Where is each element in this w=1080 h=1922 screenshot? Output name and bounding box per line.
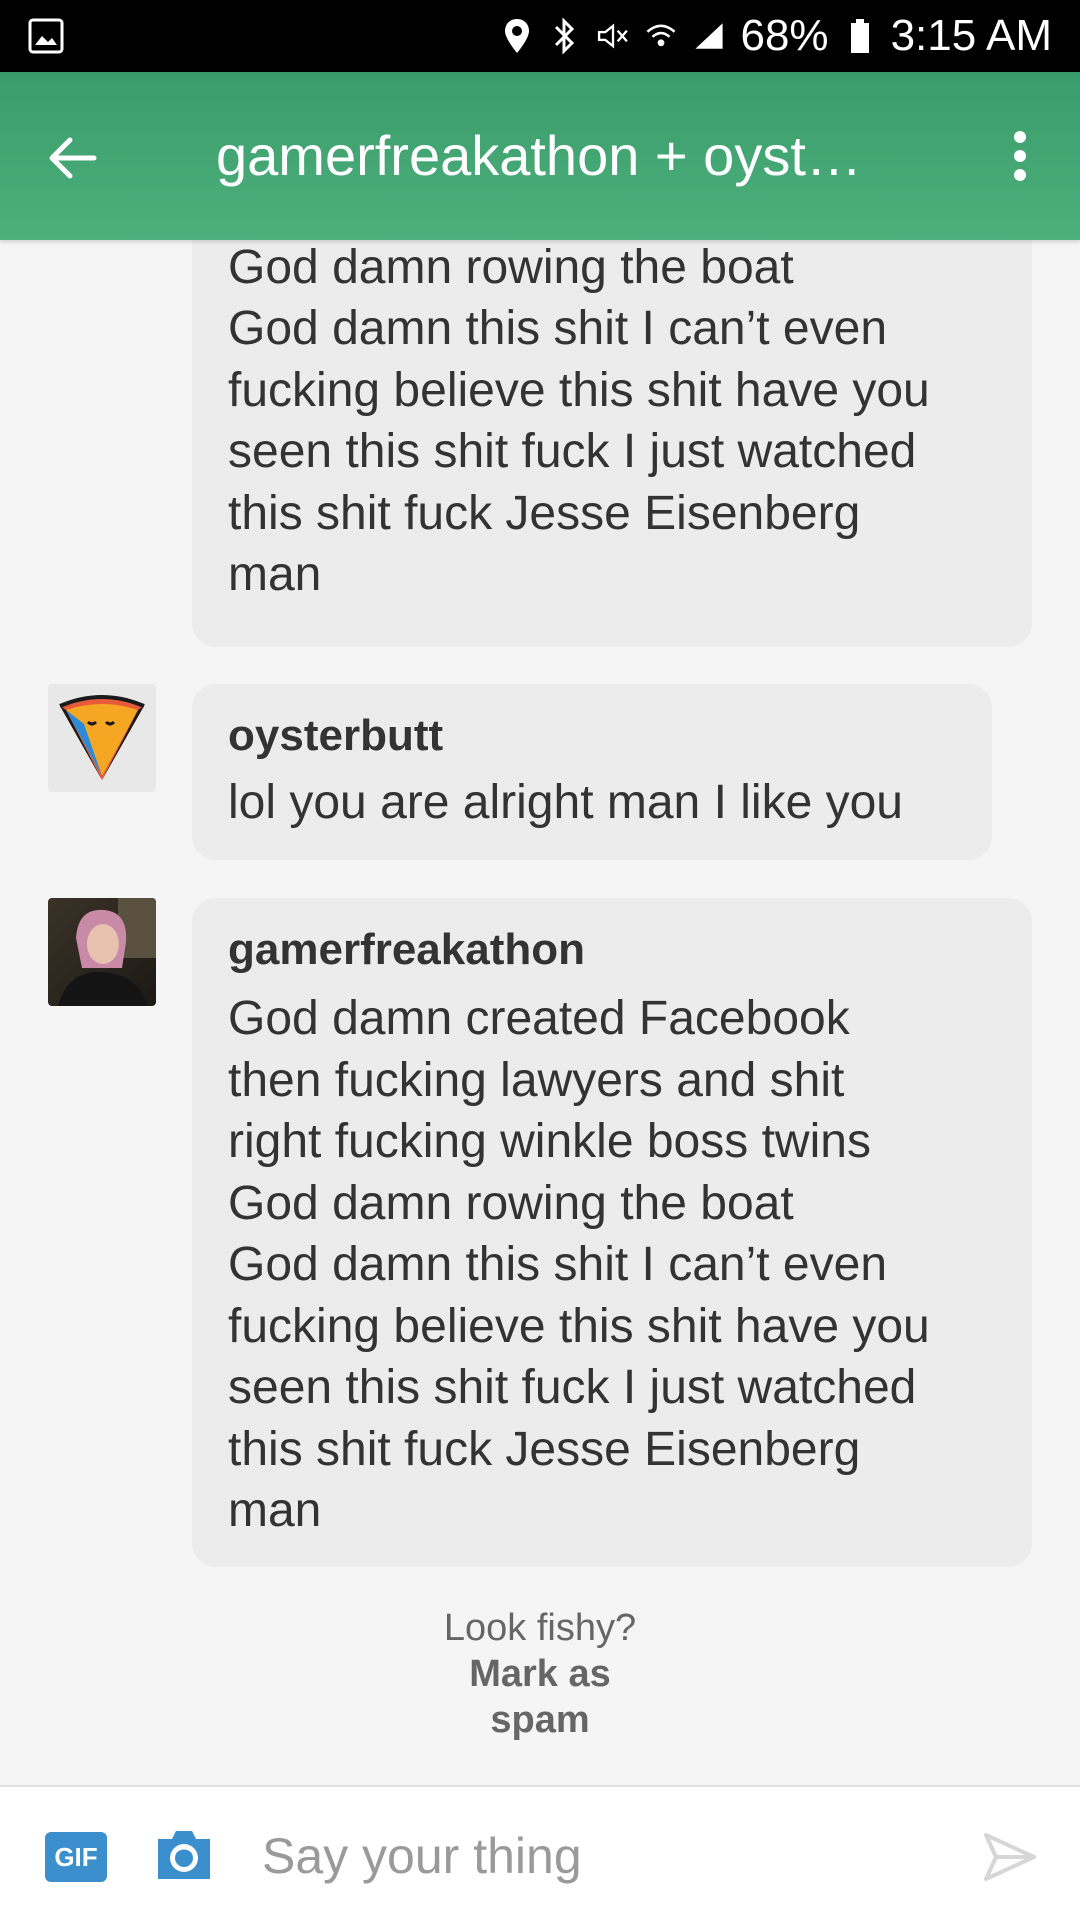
message-bubble: oysterbutt lol you are alright man I lik… xyxy=(192,684,992,860)
clock: 3:15 AM xyxy=(890,11,1052,60)
avatar[interactable] xyxy=(48,898,156,1006)
gallery-notification-icon xyxy=(28,18,64,54)
spam-question: Look fishy? xyxy=(443,1607,637,1649)
message-composer: GIF xyxy=(0,1785,1080,1922)
camera-icon xyxy=(158,1831,210,1879)
message-input[interactable] xyxy=(260,1817,964,1895)
conversation-title: gamerfreakathon + oyst… xyxy=(216,124,862,187)
user-photo-avatar xyxy=(48,898,156,1006)
wifi-icon xyxy=(644,17,678,55)
message-username[interactable]: oysterbutt xyxy=(228,706,956,766)
camera-button[interactable] xyxy=(154,1827,214,1883)
gif-button[interactable]: GIF xyxy=(45,1832,107,1882)
more-options-button[interactable] xyxy=(984,120,1056,192)
message-list[interactable]: right fucking winkle boss twins God damn… xyxy=(0,240,1080,1785)
location-icon xyxy=(500,17,534,55)
message-bubble: gamerfreakathon God damn created Faceboo… xyxy=(192,898,1032,1567)
status-bar: 68% 3:15 AM xyxy=(0,0,1080,72)
pizza-slice-avatar-icon xyxy=(48,684,156,792)
battery-icon xyxy=(843,17,877,55)
message-text: lol you are alright man I like you xyxy=(228,776,903,829)
more-vert-icon xyxy=(1014,131,1026,181)
arrow-left-icon xyxy=(49,137,97,179)
app-bar: gamerfreakathon + oyst… xyxy=(0,72,1080,240)
avatar[interactable] xyxy=(48,684,156,792)
message-text: God damn created Facebook then fucking l… xyxy=(228,992,930,1537)
message-bubble: right fucking winkle boss twins God damn… xyxy=(192,240,1032,647)
bluetooth-icon xyxy=(548,17,582,55)
spam-prompt: Look fishy? Mark as spam xyxy=(0,1605,1080,1743)
mark-as-spam-link[interactable]: Mark as spam xyxy=(0,1651,1080,1743)
battery-percent: 68% xyxy=(740,11,829,60)
message-username[interactable]: gamerfreakathon xyxy=(228,920,996,980)
mute-icon xyxy=(596,17,630,55)
signal-icon xyxy=(692,17,726,55)
message-text: right fucking winkle boss twins God damn… xyxy=(228,240,930,602)
send-icon xyxy=(984,1833,1036,1881)
send-button[interactable] xyxy=(982,1831,1038,1883)
back-button[interactable] xyxy=(36,122,108,194)
